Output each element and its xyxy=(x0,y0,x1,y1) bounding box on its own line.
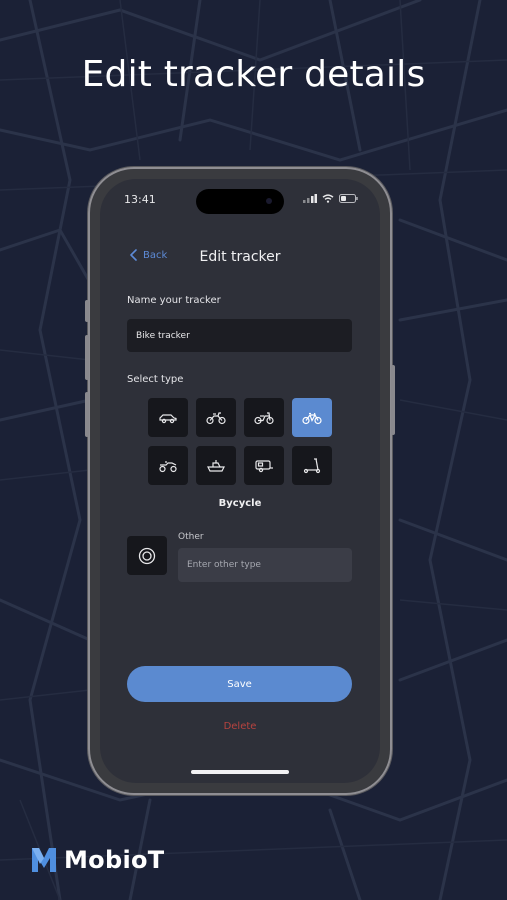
brand-logo: MobioT xyxy=(30,846,164,874)
save-button[interactable]: Save xyxy=(127,666,352,702)
kick-scooter-icon xyxy=(303,457,321,473)
other-label: Other xyxy=(178,532,204,542)
type-grid xyxy=(148,398,332,494)
motorcycle-icon xyxy=(206,411,226,424)
home-indicator xyxy=(191,770,289,774)
boat-icon xyxy=(207,459,225,472)
phone-screen: 13:41 Back Edit tracker Name your tracke… xyxy=(100,179,380,783)
dynamic-island xyxy=(196,189,284,214)
select-type-label: Select type xyxy=(127,374,184,385)
type-bicycle-button[interactable] xyxy=(292,398,332,437)
mobiot-logo-icon xyxy=(32,848,56,872)
type-boat-button[interactable] xyxy=(196,446,236,485)
type-caravan-button[interactable] xyxy=(244,446,284,485)
selected-type-name: Bycycle xyxy=(218,498,262,509)
name-label: Name your tracker xyxy=(127,295,221,306)
phone-power-button xyxy=(391,365,395,435)
type-motorcycle-button[interactable] xyxy=(196,398,236,437)
delete-button[interactable]: Delete xyxy=(100,721,380,732)
phone-side-button xyxy=(85,335,89,380)
battery-icon xyxy=(339,194,358,203)
caravan-icon xyxy=(255,459,273,472)
target-icon xyxy=(138,547,156,564)
other-type-input[interactable] xyxy=(178,548,352,582)
scooter-bike-icon xyxy=(254,411,274,424)
bicycle-icon xyxy=(302,412,322,424)
phone-side-button xyxy=(85,392,89,437)
brand-name: MobioT xyxy=(64,846,165,874)
tracker-name-value: Bike tracker xyxy=(136,330,190,341)
status-icons xyxy=(303,194,358,203)
atv-icon xyxy=(159,460,177,472)
screen-title: Edit tracker xyxy=(199,249,281,265)
status-time: 13:41 xyxy=(124,193,156,206)
type-scooter-bike-button[interactable] xyxy=(244,398,284,437)
type-atv-button[interactable] xyxy=(148,446,188,485)
phone-side-button xyxy=(85,300,89,322)
other-type-icon-button[interactable] xyxy=(127,536,167,575)
tracker-name-field[interactable]: Bike tracker xyxy=(127,319,352,352)
wifi-icon xyxy=(322,194,334,203)
type-car-button[interactable] xyxy=(148,398,188,437)
page-headline: Edit tracker details xyxy=(81,54,426,95)
signal-icon xyxy=(303,194,317,203)
type-kick-scooter-button[interactable] xyxy=(292,446,332,485)
car-icon xyxy=(159,413,177,423)
